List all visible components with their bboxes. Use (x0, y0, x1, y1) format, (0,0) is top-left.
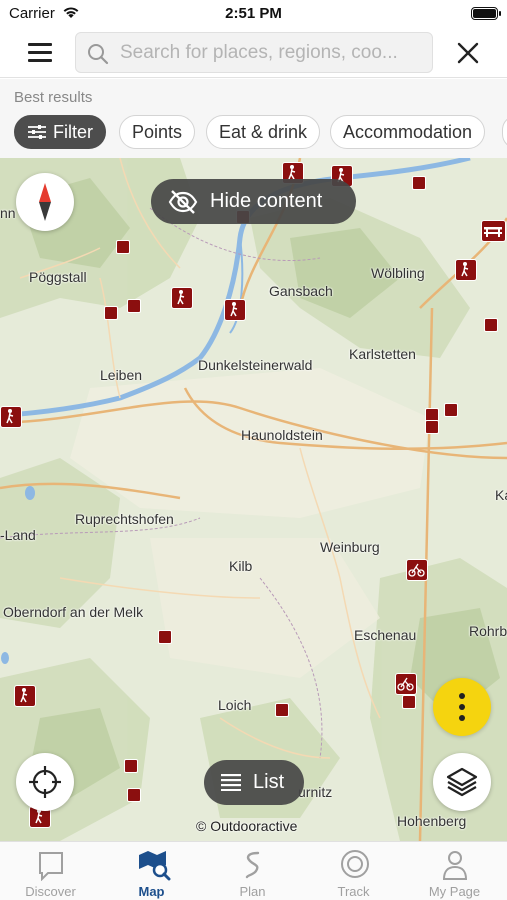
place-label: Ruprechtshofen (75, 511, 174, 527)
cycling-icon[interactable] (395, 673, 417, 695)
cycling-icon[interactable] (406, 559, 428, 581)
map-search-icon (139, 851, 171, 881)
tab-map[interactable]: Map (101, 842, 202, 900)
filter-button[interactable]: Filter (14, 115, 106, 149)
place-label: Wölbling (371, 265, 425, 281)
tab-bar: Discover Map Plan Track My Page (0, 841, 507, 900)
crosshair-icon (29, 766, 61, 798)
list-label: List (253, 771, 285, 793)
clock: 2:51 PM (225, 5, 282, 22)
place-label: Kilb (229, 558, 253, 574)
place-label: Eschenau (354, 627, 417, 643)
poi-marker[interactable] (124, 759, 138, 773)
poi-marker[interactable] (158, 630, 172, 644)
sliders-icon (28, 125, 46, 139)
hiking-icon[interactable] (224, 299, 246, 321)
search-icon (88, 44, 109, 65)
eye-off-icon (168, 190, 198, 214)
poi-marker[interactable] (116, 240, 130, 254)
chip-more[interactable] (502, 115, 507, 149)
tab-label: Track (337, 884, 370, 899)
place-label: Gansbach (269, 283, 333, 299)
tab-my-page[interactable]: My Page (404, 842, 505, 900)
route-icon (245, 851, 260, 879)
map-attribution[interactable]: © Outdooractive (196, 818, 297, 834)
place-label: -Land (0, 527, 36, 543)
status-bar: Carrier 2:51 PM (0, 0, 507, 28)
close-icon (457, 42, 479, 64)
poi-marker[interactable] (127, 299, 141, 313)
best-results-label: Best results (14, 89, 93, 106)
record-icon (341, 850, 369, 878)
hiking-icon[interactable] (14, 685, 36, 707)
hide-content-button[interactable]: Hide content (151, 179, 356, 224)
compass-icon (39, 183, 51, 221)
tab-label: My Page (428, 884, 481, 899)
menu-button[interactable] (22, 38, 58, 68)
chip-eat-drink[interactable]: Eat & drink (206, 115, 321, 149)
search-field[interactable] (75, 32, 433, 73)
place-label: Oberndorf an der Melk (3, 604, 144, 620)
place-label: Weinburg (320, 539, 380, 555)
hiking-icon[interactable] (171, 287, 193, 309)
locate-me-button[interactable] (16, 753, 74, 811)
search-input[interactable] (120, 33, 428, 72)
place-label: Haunoldstein (241, 427, 323, 443)
layers-icon (446, 767, 478, 797)
picnic-icon[interactable] (481, 220, 506, 242)
battery-icon (471, 7, 501, 20)
tab-label: Map (138, 884, 165, 899)
compass-button[interactable] (16, 173, 74, 231)
place-label: Dunkelsteinerwald (198, 357, 313, 373)
poi-marker[interactable] (275, 703, 289, 717)
hiking-icon[interactable] (455, 259, 477, 281)
hiking-icon[interactable] (0, 406, 22, 428)
place-label: Hohenberg (397, 813, 467, 829)
poi-marker[interactable] (127, 788, 141, 802)
filter-bar: Best results Filter Points Eat & drink A… (0, 79, 507, 158)
place-label: nn (0, 205, 16, 221)
tab-track[interactable]: Track (303, 842, 404, 900)
more-options-button[interactable] (433, 678, 491, 736)
map-background (0, 158, 507, 841)
filter-label: Filter (53, 122, 93, 142)
place-label: Pöggstall (29, 269, 87, 285)
tab-plan[interactable]: Plan (202, 842, 303, 900)
search-header (0, 28, 507, 78)
tab-discover[interactable]: Discover (0, 842, 101, 900)
place-label: Ka (495, 487, 507, 503)
place-label: Leiben (100, 367, 143, 383)
person-icon (442, 851, 468, 880)
chip-points[interactable]: Points (119, 115, 196, 149)
layers-button[interactable] (433, 753, 491, 811)
hide-content-label: Hide content (210, 190, 323, 212)
tab-label: Discover (25, 884, 76, 899)
chip-accommodation[interactable]: Accommodation (330, 115, 486, 149)
place-label: Karlstetten (349, 346, 416, 362)
poi-marker[interactable] (104, 306, 118, 320)
poi-marker[interactable] (412, 176, 426, 190)
close-button[interactable] (452, 37, 484, 69)
place-label: Rohrba (469, 623, 507, 639)
list-button[interactable]: List (204, 760, 304, 805)
poi-marker[interactable] (484, 318, 498, 332)
poi-marker[interactable] (425, 420, 439, 434)
tab-label: Plan (239, 884, 266, 899)
chat-bubble-icon (39, 852, 63, 881)
poi-marker[interactable] (444, 403, 458, 417)
poi-marker[interactable] (402, 695, 416, 709)
place-label: Loich (218, 697, 252, 713)
list-icon (221, 774, 241, 791)
map-view[interactable]: nn Pöggstall Gansbach Wölbling Leiben Du… (0, 158, 507, 841)
